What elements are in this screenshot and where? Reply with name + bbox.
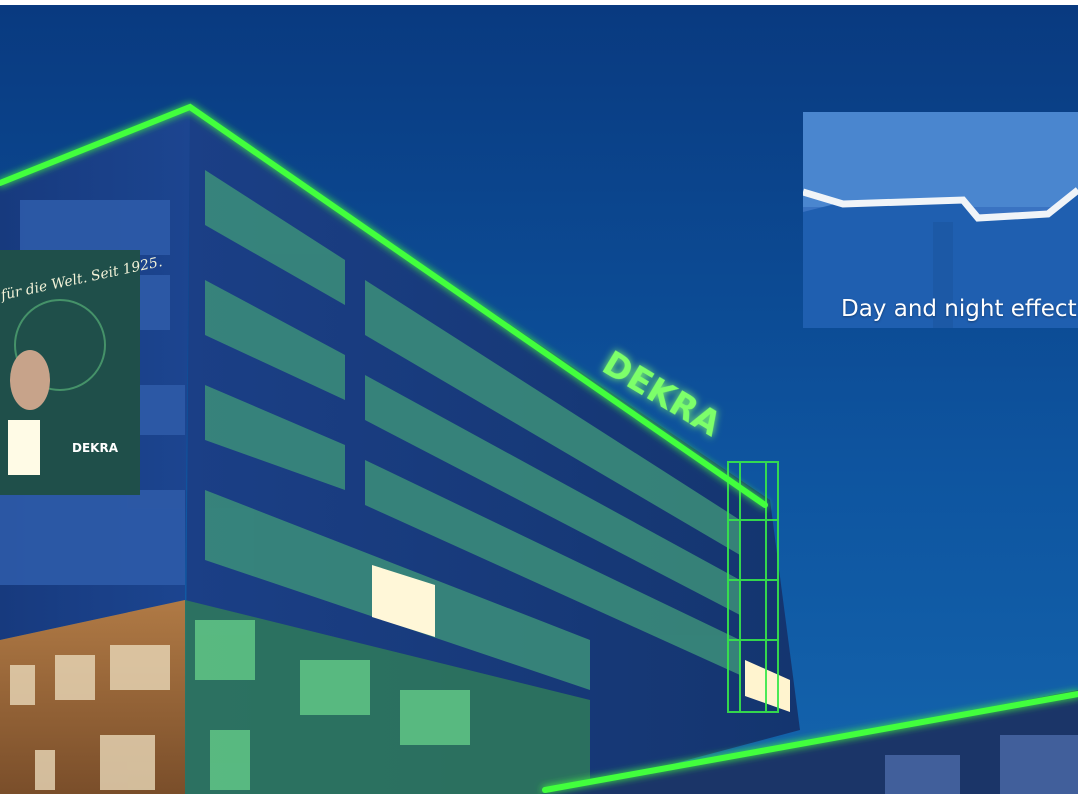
day-night-inset: Day and night effect — [803, 112, 1078, 328]
inset-caption: Day and night effect — [841, 296, 1077, 322]
svg-text:DEKRA: DEKRA — [72, 441, 119, 455]
